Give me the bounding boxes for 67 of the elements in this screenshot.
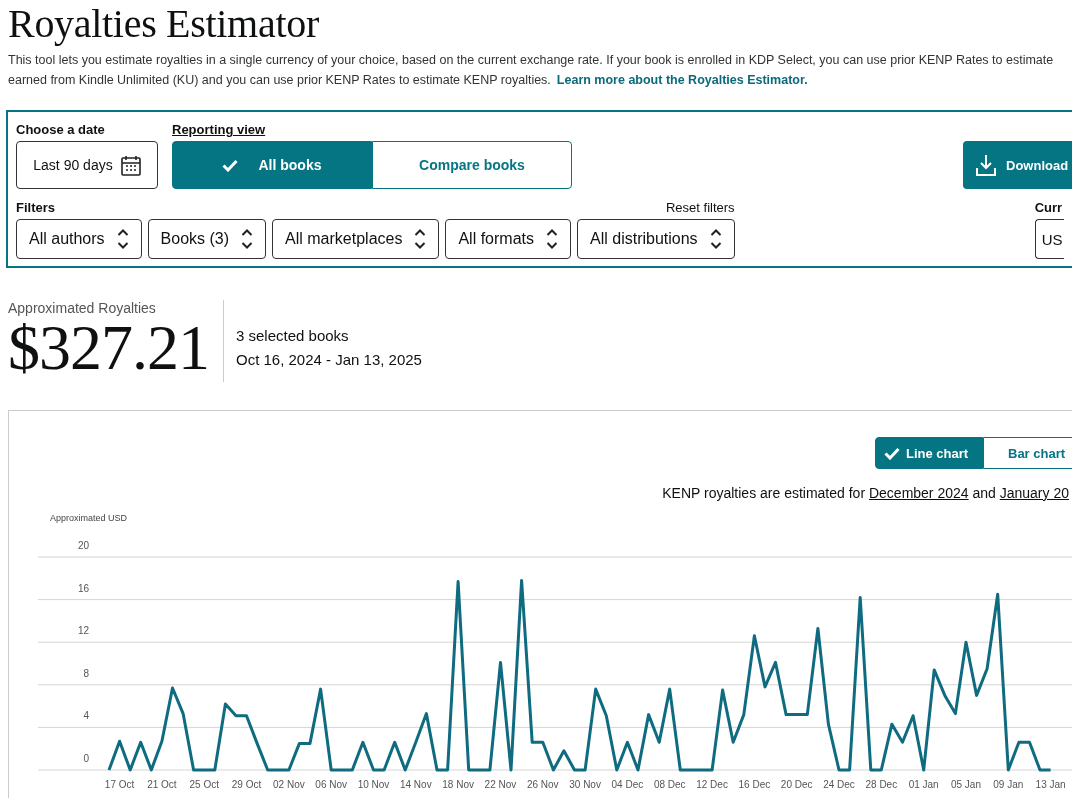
x-tick-label: 30 Nov	[569, 779, 601, 790]
date-range-text: Oct 16, 2024 - Jan 13, 2025	[236, 350, 422, 370]
x-tick-label: 29 Oct	[231, 779, 262, 790]
x-tick-label: 17 Oct	[104, 779, 135, 790]
x-tick-label: 02 Nov	[273, 779, 305, 790]
up-down-chevron-icon	[116, 228, 129, 250]
currency-label: Curr	[1034, 199, 1063, 216]
y-axis-title: Approximated USD	[50, 513, 128, 523]
y-tick-label: 12	[77, 625, 89, 637]
download-button[interactable]: Download	[963, 141, 1072, 189]
month-link[interactable]: January 20	[999, 485, 1069, 501]
x-tick-label: 08 Dec	[653, 779, 686, 790]
kenp-note: KENP royalties are estimated for December 2024 and January 20	[661, 485, 1069, 501]
royalties-amount: $327.21	[8, 317, 209, 379]
x-tick-label: 14 Nov	[400, 779, 432, 790]
reporting-view-label: Reporting view	[172, 121, 266, 138]
x-tick-label: 09 Jan	[993, 779, 1024, 790]
chart-type-tab[interactable]: Line chart	[875, 437, 983, 469]
up-down-chevron-icon	[709, 228, 722, 250]
filter-dropdown[interactable]: All marketplaces	[272, 219, 440, 259]
filters-label: Filters	[16, 199, 55, 216]
description-text: This tool lets you estimate royalties in a single currency of your choice, based on the current exchange rate. If your book is enrolled in KDP Select, you can use prior KENP Rates to estimate	[8, 52, 1054, 69]
filter-dropdown[interactable]: All distributions	[577, 219, 735, 259]
check-icon	[884, 446, 900, 460]
reset-filters-link[interactable]: Reset filters	[666, 199, 735, 216]
x-tick-label: 24 Dec	[823, 779, 855, 790]
x-tick-label: 22 Nov	[484, 779, 517, 790]
filter-dropdown[interactable]: All authors	[16, 219, 142, 259]
date-label: Choose a date	[16, 121, 105, 138]
check-icon	[222, 158, 239, 172]
learn-more-link[interactable]: Learn more about the Royalties Estimator.	[556, 73, 808, 87]
view-tab[interactable]: All books	[172, 141, 372, 189]
x-tick-label: 21 Oct	[147, 779, 177, 790]
download-icon	[975, 154, 997, 176]
month-link[interactable]: December 2024	[868, 485, 969, 501]
description-text: earned from Kindle Unlimited (KU) and you can use prior KENP Rates to estimate KENP royalties. Learn more about the Royalties Estimator.	[8, 72, 808, 89]
chart-type-tab[interactable]: Bar chart	[983, 437, 1072, 469]
filter-dropdown[interactable]: Books (3)	[147, 219, 267, 259]
x-tick-label: 25 Oct	[189, 779, 219, 790]
x-tick-label: 12 Dec	[696, 779, 728, 790]
x-tick-label: 20 Dec	[780, 779, 813, 790]
x-tick-label: 01 Jan	[908, 779, 939, 790]
up-down-chevron-icon	[241, 228, 254, 250]
up-down-chevron-icon	[546, 228, 558, 250]
filter-dropdown[interactable]: All formats	[445, 219, 571, 259]
y-tick-label: 20	[77, 540, 89, 551]
royalties-label: Approximated Royalties	[8, 300, 156, 317]
calendar-icon	[120, 154, 141, 176]
y-tick-label: 0	[83, 753, 89, 764]
currency-field[interactable]: US	[1034, 219, 1064, 259]
x-tick-label: 05 Jan	[950, 779, 981, 790]
x-tick-label: 26 Nov	[526, 779, 559, 790]
x-tick-label: 13 Jan	[1035, 779, 1066, 790]
date-picker[interactable]: Last 90 days	[16, 141, 158, 189]
page-title: Royalties Estimator	[8, 2, 319, 46]
y-tick-label: 8	[83, 667, 89, 679]
x-tick-label: 16 Dec	[738, 779, 771, 790]
y-tick-label: 4	[83, 710, 89, 722]
x-tick-label: 06 Nov	[315, 779, 347, 790]
x-tick-label: 04 Dec	[611, 779, 644, 790]
x-tick-label: 18 Nov	[442, 779, 474, 790]
up-down-chevron-icon	[414, 228, 427, 250]
y-tick-label: 16	[77, 582, 89, 594]
view-tab[interactable]: Compare books	[372, 141, 572, 189]
selected-books-text: 3 selected books	[236, 326, 349, 346]
x-tick-label: 28 Dec	[865, 779, 898, 790]
x-tick-label: 10 Nov	[357, 779, 390, 790]
